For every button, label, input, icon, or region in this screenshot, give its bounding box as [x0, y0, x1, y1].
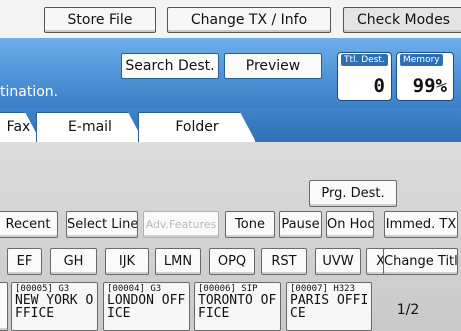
search-dest-label: Search Dest. — [125, 58, 215, 74]
title-key-gh[interactable]: GH — [50, 248, 97, 275]
title-key-uvw[interactable]: UVW — [315, 248, 361, 275]
adv-features-button[interactable]: Adv.Features — [143, 211, 219, 238]
destination-name: PARIS OFFI CE — [290, 293, 369, 321]
on-hook-button[interactable]: On Hook — [326, 211, 374, 238]
tone-button[interactable]: Tone — [225, 211, 275, 238]
total-dest-counter: Ttl. Dest. 0 — [337, 52, 392, 101]
change-title-button[interactable]: Change Title — [383, 248, 458, 275]
select-line-button[interactable]: Select Line — [66, 211, 138, 238]
memory-value: 99% — [412, 75, 447, 97]
destination-key[interactable]: [00007] H323 PARIS OFFI CE — [286, 282, 372, 331]
total-dest-value: 0 — [373, 75, 385, 97]
title-key-ijk[interactable]: IJK — [105, 248, 149, 275]
destination-key[interactable]: [00006] SIP TORONTO OF FICE — [194, 282, 281, 331]
title-key-opq[interactable]: OPQ — [209, 248, 255, 275]
change-tx-info-button[interactable]: Change TX / Info — [167, 7, 331, 33]
immed-tx-button[interactable]: Immed. TX — [384, 211, 458, 238]
memory-label: Memory — [400, 54, 443, 66]
destination-key[interactable]: [00005] G3 NEW YORK O FFICE — [11, 282, 98, 331]
tab-email[interactable]: E-mail — [36, 112, 144, 142]
check-modes-button[interactable]: Check Modes — [343, 7, 461, 33]
search-dest-button[interactable]: Search Dest. — [121, 53, 219, 79]
preview-button[interactable]: Preview — [224, 53, 322, 79]
destination-name: LONDON OFF ICE — [107, 293, 186, 321]
pause-button[interactable]: Pause — [279, 211, 322, 238]
destination-key[interactable]: [00004] G3 LONDON OFF ICE — [103, 282, 190, 331]
page-indicator: 1/2 — [396, 302, 420, 318]
title-key-lmn[interactable]: LMN — [155, 248, 201, 275]
title-key-rst[interactable]: RST — [261, 248, 307, 275]
previous-destination-key[interactable] — [0, 282, 8, 331]
destination-name: NEW YORK O FFICE — [15, 293, 94, 321]
recent-button[interactable]: Recent — [0, 211, 58, 238]
instruction-text: tination. — [0, 84, 59, 100]
tab-folder[interactable]: Folder — [138, 112, 256, 142]
destination-name: TORONTO OF FICE — [198, 293, 277, 321]
title-key-ef[interactable]: EF — [7, 248, 42, 275]
total-dest-label: Ttl. Dest. — [341, 54, 388, 66]
store-file-button[interactable]: Store File — [44, 7, 156, 33]
memory-counter: Memory 99% — [396, 52, 454, 101]
prg-dest-button[interactable]: Prg. Dest. — [309, 180, 397, 207]
